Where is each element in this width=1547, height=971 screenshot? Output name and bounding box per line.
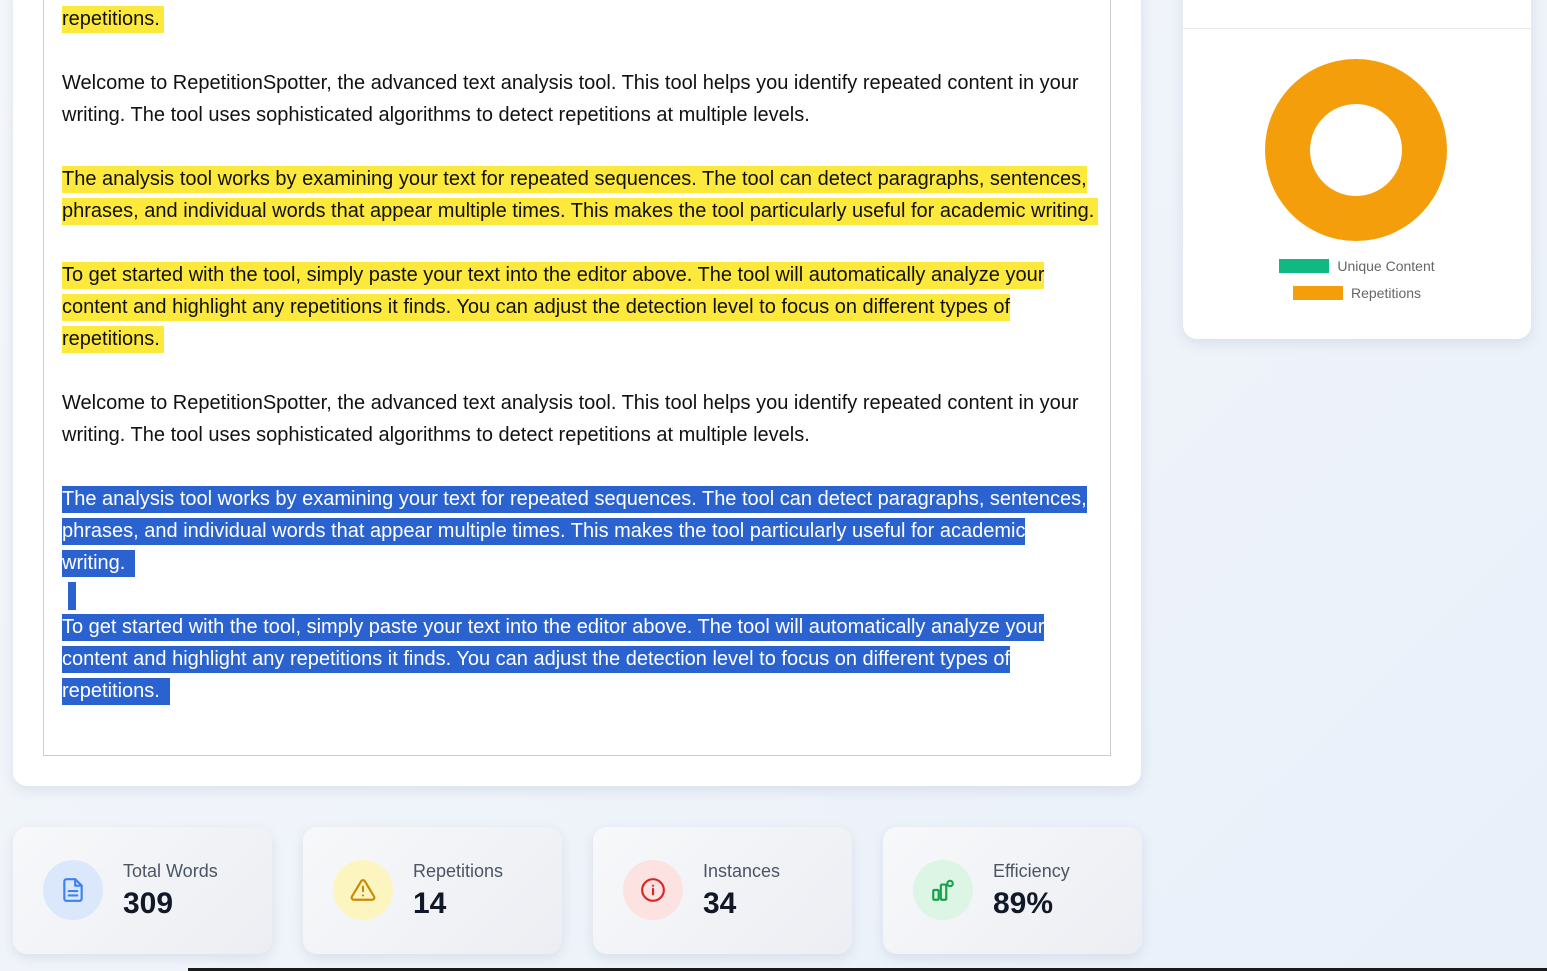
chart-divider — [1183, 28, 1531, 29]
editor-paragraph: To get started with the tool, simply pas… — [62, 611, 1102, 707]
selected-blank-line — [62, 579, 1102, 611]
selected-text: The analysis tool works by examining you… — [62, 486, 1087, 577]
stat-card-repetitions: Repetitions 14 — [303, 827, 562, 954]
repetition-highlight: To get started with the tool, simply pas… — [62, 262, 1045, 353]
text-editor[interactable]: repetitions. Welcome to RepetitionSpotter… — [43, 0, 1111, 756]
repetition-highlight: repetitions. — [62, 6, 164, 33]
legend-swatch-unique — [1279, 258, 1330, 273]
donut-slice-repetitions[interactable] — [1265, 59, 1447, 241]
editor-paragraph: The analysis tool works by examining you… — [62, 483, 1102, 579]
paragraph-text: Welcome to RepetitionSpotter, the advanc… — [62, 392, 1079, 446]
editor-paragraph: repetitions. — [62, 3, 1102, 35]
stat-card-efficiency: Efficiency 89% — [883, 827, 1142, 954]
chart-card: Unique Content Repetitions — [1183, 0, 1531, 339]
editor-paragraph: Welcome to RepetitionSpotter, the advanc… — [62, 387, 1102, 451]
repetition-highlight: The analysis tool works by examining you… — [62, 166, 1099, 225]
repetition-donut-chart — [1265, 59, 1447, 241]
stat-card-total-words: Total Words 309 — [13, 827, 272, 954]
editor-paragraph: The analysis tool works by examining you… — [62, 163, 1102, 227]
selected-text: To get started with the tool, simply pas… — [62, 614, 1045, 705]
stat-label: Repetitions — [413, 861, 504, 881]
legend-swatch-repetitions — [1292, 285, 1343, 300]
stat-label: Instances — [703, 861, 781, 881]
chart-legend: Unique Content Repetitions — [1183, 252, 1531, 306]
selection-marker — [68, 581, 76, 610]
legend-item-repetitions[interactable]: Repetitions — [1183, 279, 1531, 306]
editor-paragraph: Welcome to RepetitionSpotter, the advanc… — [62, 67, 1102, 131]
stat-value: 309 — [123, 887, 174, 920]
stat-value: 14 — [413, 887, 447, 920]
info-icon — [623, 860, 683, 920]
document-icon — [43, 860, 103, 920]
legend-item-unique[interactable]: Unique Content — [1183, 252, 1531, 279]
stat-value: 34 — [703, 887, 737, 920]
editor-paragraph: To get started with the tool, simply pas… — [62, 259, 1102, 355]
stat-label: Efficiency — [993, 861, 1070, 881]
legend-label-unique: Unique Content — [1337, 257, 1435, 274]
editor-content[interactable]: repetitions. Welcome to RepetitionSpotter… — [62, 3, 1102, 739]
stat-card-instances: Instances 34 — [593, 827, 852, 954]
legend-label-repetitions: Repetitions — [1350, 284, 1422, 301]
efficiency-icon — [913, 860, 973, 920]
stat-value: 89% — [993, 887, 1054, 920]
stat-label: Total Words — [123, 861, 218, 881]
warning-icon — [333, 860, 393, 920]
paragraph-text: Welcome to RepetitionSpotter, the advanc… — [62, 72, 1079, 126]
